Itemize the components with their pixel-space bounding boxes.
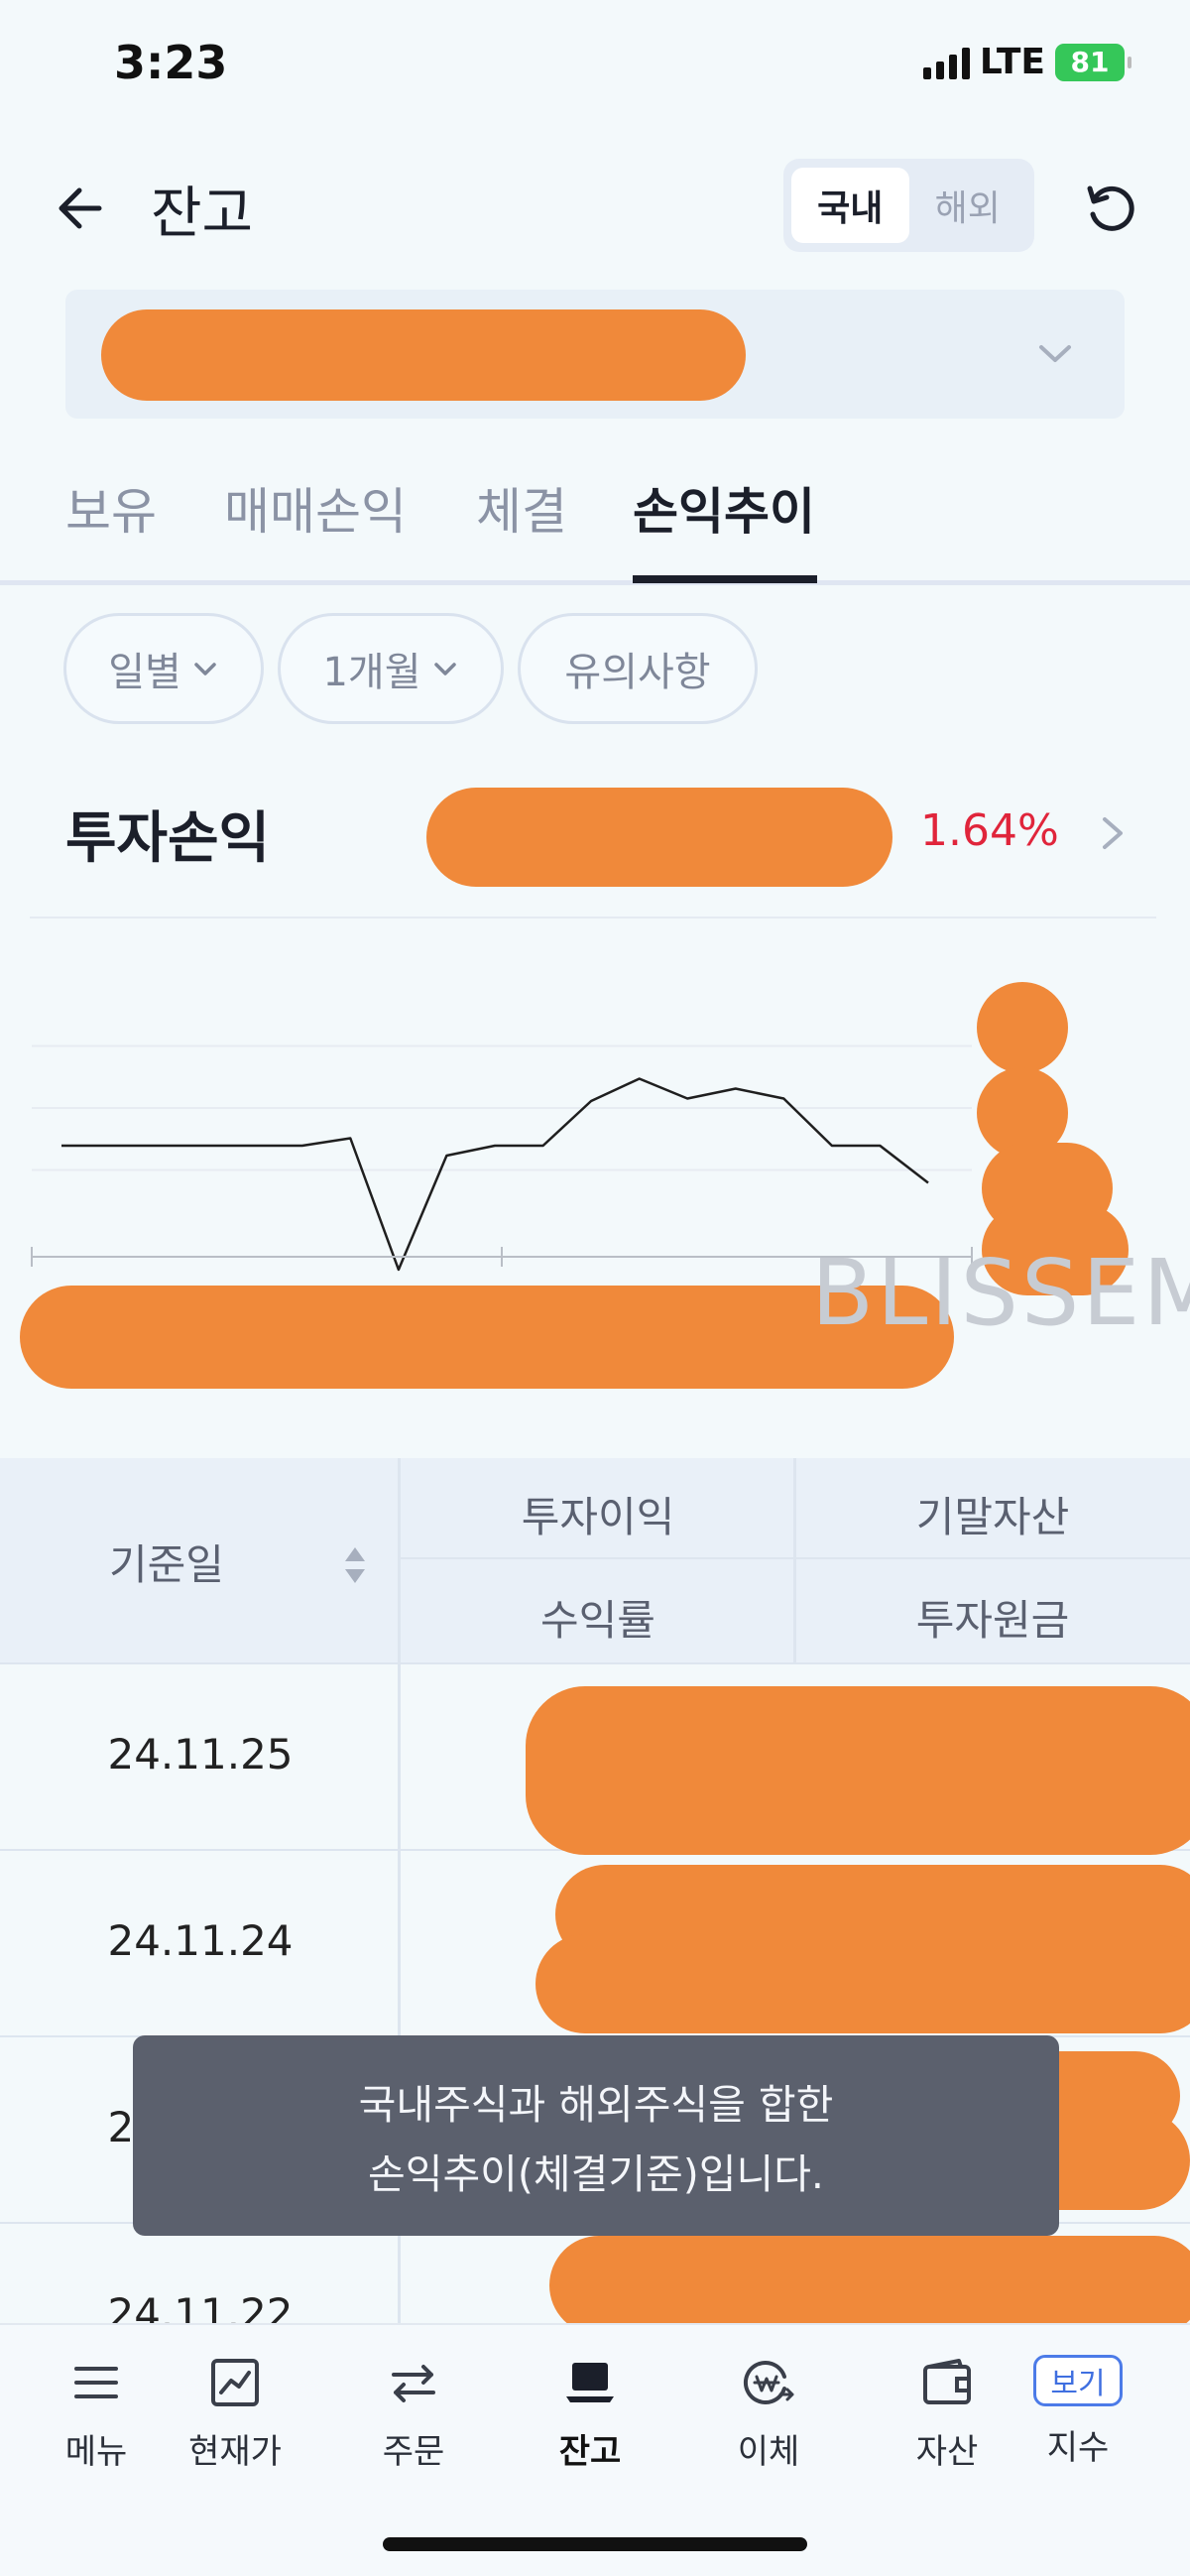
- header-investment-profit: 투자이익: [521, 1493, 675, 1541]
- watermark: BLISSEM: [811, 1240, 1190, 1346]
- won-transfer-icon: [744, 2361, 794, 2404]
- redacted-pnl-amount: [426, 788, 892, 887]
- redacted-account-number: [101, 309, 746, 401]
- nav-balance-label: 잔고: [558, 2432, 622, 2472]
- network-label: LTE: [979, 42, 1045, 82]
- laptop-icon: [566, 2363, 614, 2402]
- tab-pnl-trend[interactable]: 손익추이: [633, 472, 815, 544]
- chevron-down-icon: [194, 663, 216, 675]
- table-divider: [793, 1458, 796, 1662]
- battery-icon: 81: [1055, 43, 1131, 81]
- tab-executions[interactable]: 체결: [476, 472, 567, 544]
- nav-order[interactable]: 주문: [339, 2355, 488, 2473]
- sort-icon[interactable]: [341, 1543, 369, 1587]
- account-selector[interactable]: [65, 290, 1125, 419]
- segment-overseas[interactable]: 해외: [909, 168, 1027, 243]
- nav-index-label: 지수: [1046, 2428, 1110, 2468]
- status-time: 3:23: [114, 36, 228, 89]
- period-unit-label: 일별: [108, 650, 181, 695]
- investment-pnl-label: 투자손익: [65, 806, 271, 871]
- transfer-arrows-icon: [392, 2365, 435, 2402]
- nav-current-price[interactable]: 현재가: [161, 2355, 309, 2473]
- nav-assets-label: 자산: [915, 2432, 979, 2472]
- chevron-down-icon: [1039, 345, 1071, 362]
- notice-button[interactable]: 유의사항: [518, 613, 758, 724]
- nav-current-price-label: 현재가: [188, 2432, 282, 2472]
- table-row-date: 24.11.24: [107, 1916, 294, 1965]
- chevron-right-icon[interactable]: [1097, 813, 1129, 853]
- chart-grid: [32, 1044, 972, 1171]
- segment-domestic[interactable]: 국내: [791, 168, 909, 243]
- chevron-down-icon: [433, 663, 456, 675]
- table-row-date: 24.11.25: [107, 1730, 294, 1779]
- table-divider: [401, 1557, 1190, 1559]
- return-rate: 1.64%: [920, 805, 1059, 856]
- market-segment-control: 국내 해외: [783, 159, 1034, 252]
- nav-transfer[interactable]: 이체: [694, 2355, 843, 2473]
- nav-order-label: 주문: [382, 2432, 445, 2472]
- view-badge: 보기: [1033, 2355, 1123, 2406]
- nav-index[interactable]: 보기 지수: [1004, 2355, 1152, 2469]
- tab-trade-pnl[interactable]: 매매손익: [224, 472, 407, 544]
- nav-menu-label: 메뉴: [64, 2432, 128, 2472]
- toast-line-2: 손익추이(체결기준)입니다.: [368, 2150, 824, 2198]
- info-toast: 국내주식과 해외주식을 합한 손익추이(체결기준)입니다.: [133, 2035, 1059, 2236]
- nav-balance[interactable]: 잔고: [516, 2355, 664, 2473]
- period-unit-dropdown[interactable]: 일별: [63, 613, 264, 724]
- nav-transfer-label: 이체: [737, 2432, 800, 2472]
- toast-line-1: 국내주식과 해외주식을 합한: [358, 2081, 834, 2129]
- divider: [30, 917, 1156, 919]
- header-return-rate: 수익률: [540, 1596, 655, 1645]
- tab-bar: 보유 매매손익 체결 손익추이: [0, 436, 1190, 585]
- nav-menu[interactable]: 메뉴: [22, 2355, 171, 2473]
- signal-icon: [922, 46, 970, 79]
- header-date: 기준일: [109, 1540, 224, 1589]
- redacted-axis-label: [977, 982, 1068, 1073]
- header-end-asset: 기말자산: [915, 1493, 1070, 1541]
- page-title: 잔고: [151, 182, 254, 246]
- status-indicators: LTE 81: [922, 42, 1131, 82]
- nav-assets[interactable]: 자산: [873, 2355, 1021, 2473]
- range-label: 1개월: [322, 650, 421, 695]
- notice-label: 유의사항: [564, 650, 711, 695]
- tab-holdings[interactable]: 보유: [65, 472, 157, 544]
- home-indicator: [383, 2537, 807, 2551]
- range-dropdown[interactable]: 1개월: [278, 613, 504, 724]
- header-principal: 투자원금: [915, 1596, 1070, 1645]
- redacted-row-values: [549, 2236, 1190, 2335]
- back-arrow-icon[interactable]: [52, 179, 111, 238]
- refresh-icon[interactable]: [1081, 179, 1140, 238]
- table-divider: [0, 1662, 1190, 1664]
- chart-icon: [211, 2359, 259, 2406]
- active-tab-indicator: [633, 575, 817, 583]
- redacted-row-values: [536, 1934, 1190, 2033]
- menu-icon: [74, 2367, 118, 2398]
- wallet-icon: [923, 2359, 971, 2404]
- redacted-row-values: [526, 1686, 1190, 1855]
